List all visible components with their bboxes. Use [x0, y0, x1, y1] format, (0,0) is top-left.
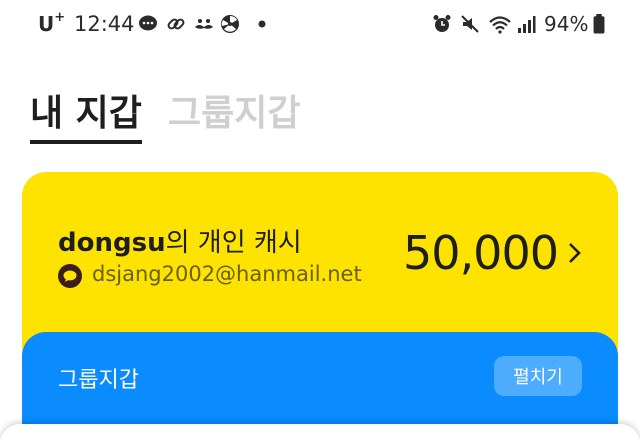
group-wallet-title: 그룹지갑 [58, 368, 139, 393]
owner-name: dongsu [58, 228, 166, 258]
battery-icon [593, 14, 605, 34]
mute-icon [461, 15, 479, 33]
kakao-chat-icon [58, 264, 82, 288]
clock: 12:44 [74, 12, 135, 36]
cash-owner-line: dongsu의 개인 캐시 [58, 222, 302, 259]
status-bar: U+ 12:44 94% [0, 0, 640, 48]
expand-button[interactable]: 펼치기 [494, 356, 582, 396]
account-email: dsjang2002@hanmail.net [92, 262, 362, 286]
signal-icon [518, 16, 536, 33]
dot-icon [258, 20, 266, 28]
chevron-right-icon[interactable] [566, 240, 584, 266]
alarm-icon [433, 15, 451, 32]
battery-percent: 94% [544, 12, 589, 36]
owner-suffix: 의 개인 캐시 [165, 228, 302, 258]
tab-my-wallet[interactable]: 내 지갑 [30, 84, 142, 144]
wifi-icon [489, 16, 511, 34]
chat-bubble-icon [139, 15, 157, 31]
cash-amount: 50,000 [403, 226, 559, 280]
tab-group-wallet[interactable]: 그룹지갑 [168, 84, 300, 136]
bottom-sheet[interactable] [0, 424, 640, 440]
mustache-icon [195, 19, 213, 29]
link-icon [167, 18, 185, 30]
carrier-label: U+ [38, 10, 66, 36]
radiation-icon [221, 15, 239, 33]
